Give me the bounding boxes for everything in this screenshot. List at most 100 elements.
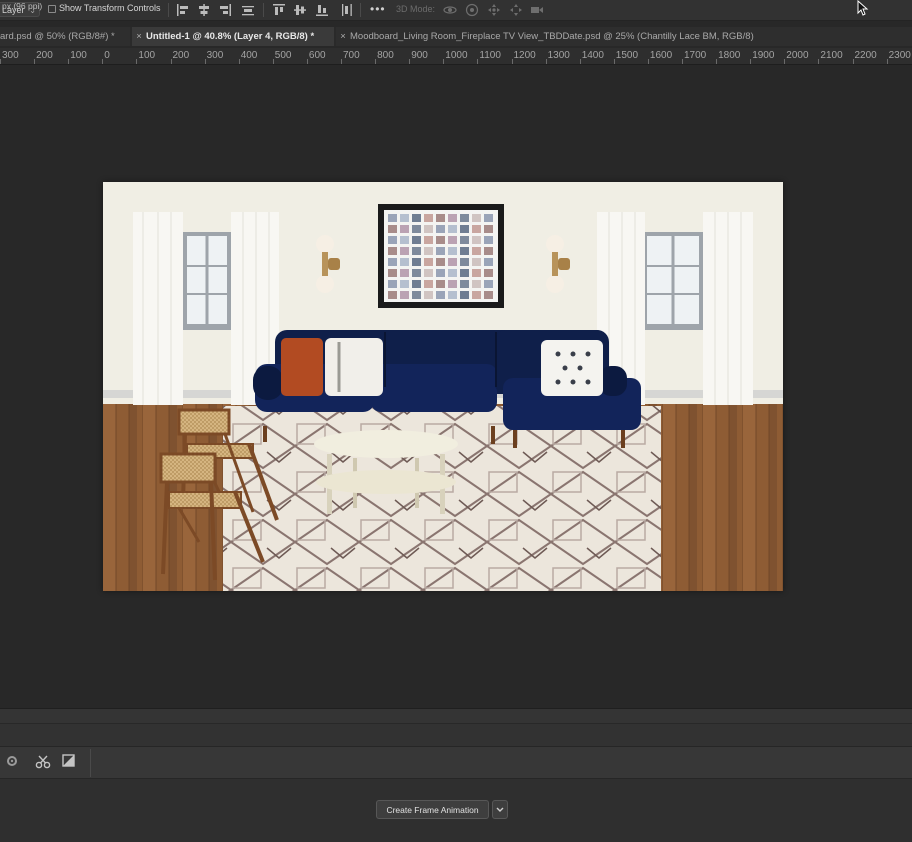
- art-photo-tile: [484, 258, 493, 266]
- art-photo-tile: [448, 247, 457, 255]
- ruler-tick: [68, 59, 70, 64]
- document-tab[interactable]: × Moodboard_Living Room_Fireplace TV View…: [336, 27, 912, 46]
- art-photo-tile: [460, 280, 469, 288]
- ruler-tick: [579, 59, 581, 64]
- ruler-tick: [443, 59, 445, 64]
- art-photo-tile: [412, 258, 421, 266]
- ruler-tick: [545, 59, 547, 64]
- divider: [360, 3, 361, 17]
- art-photo-tile: [460, 269, 469, 277]
- art-photo-tile: [484, 225, 493, 233]
- create-frame-animation-button[interactable]: Create Frame Animation: [376, 800, 489, 819]
- art-photo-tile: [472, 236, 481, 244]
- ruler-label: 1500: [615, 50, 639, 61]
- show-transform-checkbox[interactable]: [48, 5, 56, 13]
- art-photo-tile: [424, 269, 433, 277]
- ruler-label: 900: [411, 50, 428, 61]
- ruler-tick: [818, 59, 820, 64]
- ruler-tick: [477, 59, 479, 64]
- ruler-label: 100: [138, 50, 156, 61]
- align-right-icon[interactable]: [219, 4, 231, 16]
- art-photo-tile: [484, 236, 493, 244]
- art-photo-tile: [436, 225, 445, 233]
- ruler-label: 1100: [479, 50, 501, 61]
- moodboard-image[interactable]: [103, 182, 783, 591]
- art-photo-tile: [448, 269, 457, 277]
- art-photo-tile: [388, 291, 397, 299]
- ruler-tick: [306, 59, 308, 64]
- ruler-tick: [170, 59, 172, 64]
- mouse-cursor-icon: [857, 0, 869, 21]
- timeline-header: [0, 724, 912, 747]
- art-photo-tile: [412, 236, 421, 244]
- art-photo-tile: [388, 258, 397, 266]
- art-photo-tile: [412, 247, 421, 255]
- slide-3d-icon[interactable]: [509, 3, 523, 17]
- close-icon[interactable]: ×: [336, 27, 350, 46]
- art-photo-tile: [400, 291, 409, 299]
- ruler-tick: [613, 59, 615, 64]
- art-photo-tile: [388, 280, 397, 288]
- ruler-tick: [102, 59, 104, 64]
- distribute-vertical-icon[interactable]: [341, 4, 353, 16]
- art-photo-tile: [436, 258, 445, 266]
- document-tab[interactable]: ard.psd @ 50% (RGB/8#) *: [0, 27, 130, 46]
- align-vertical-center-icon[interactable]: [294, 4, 306, 16]
- align-top-icon[interactable]: [273, 4, 285, 16]
- art-photo-tile: [424, 291, 433, 299]
- more-options-icon[interactable]: •••: [370, 2, 386, 16]
- art-photo-tile: [448, 236, 457, 244]
- status-expand-arrow[interactable]: ›: [64, 0, 67, 10]
- ruler-label: 1900: [752, 50, 775, 61]
- art-photo-tile: [424, 225, 433, 233]
- ruler-label: 300: [2, 50, 19, 61]
- align-horizontal-center-icon[interactable]: [198, 4, 210, 16]
- document-tab-active[interactable]: × Untitled-1 @ 40.8% (Layer 4, RGB/8) *: [132, 27, 334, 46]
- ruler-label: 2200: [854, 50, 877, 61]
- transition-icon[interactable]: [62, 754, 76, 768]
- ruler-tick: [272, 59, 274, 64]
- ruler-tick: [409, 59, 411, 64]
- gear-icon[interactable]: [6, 754, 18, 768]
- tab-label: Moodboard_Living Room_Fireplace TV View_…: [350, 31, 754, 42]
- ruler-label: 1800: [718, 50, 741, 61]
- art-photo-tile: [448, 280, 457, 288]
- art-photo-tile: [472, 214, 481, 222]
- ruler-label: 700: [343, 50, 360, 61]
- ruler-label: 300: [206, 50, 224, 61]
- divider: [90, 749, 91, 777]
- scissors-icon[interactable]: [35, 754, 51, 770]
- ruler-tick: [0, 59, 1, 64]
- ruler-tick: [238, 59, 240, 64]
- art-photo-tile: [484, 214, 493, 222]
- document-resolution-label: px (96 ppi): [2, 1, 43, 11]
- art-photo-tile: [460, 214, 469, 222]
- ruler-tick: [852, 59, 854, 64]
- roll-3d-icon[interactable]: [465, 3, 479, 17]
- ruler-tick: [375, 59, 377, 64]
- ruler-label: 400: [240, 50, 258, 61]
- art-photo-tile: [424, 236, 433, 244]
- divider: [168, 3, 169, 17]
- art-photo-tile: [424, 258, 433, 266]
- horizontal-ruler[interactable]: 300 200 100 0 100 200 300 400 500 600 700 800 900 100…: [0, 48, 912, 65]
- art-photo-tile: [472, 269, 481, 277]
- align-left-icon[interactable]: [177, 4, 189, 16]
- ruler-label: 2300: [888, 50, 911, 61]
- ruler-label: 2100: [820, 50, 843, 61]
- art-photo-tile: [436, 280, 445, 288]
- status-bar: [0, 708, 912, 723]
- art-photo-tile: [472, 258, 481, 266]
- art-photo-tile: [400, 236, 409, 244]
- ruler-label: 1000: [445, 50, 468, 61]
- ruler-label: 1700: [684, 50, 707, 61]
- align-bottom-icon[interactable]: [316, 4, 328, 16]
- create-animation-dropdown[interactable]: [492, 800, 508, 819]
- pan-3d-icon[interactable]: [487, 3, 501, 17]
- distribute-icon[interactable]: [242, 4, 254, 16]
- art-photo-tile: [388, 236, 397, 244]
- ruler-tick: [34, 59, 36, 64]
- camera-3d-icon[interactable]: [530, 3, 544, 17]
- close-icon[interactable]: ×: [132, 27, 146, 46]
- orbit-3d-icon[interactable]: [443, 3, 457, 17]
